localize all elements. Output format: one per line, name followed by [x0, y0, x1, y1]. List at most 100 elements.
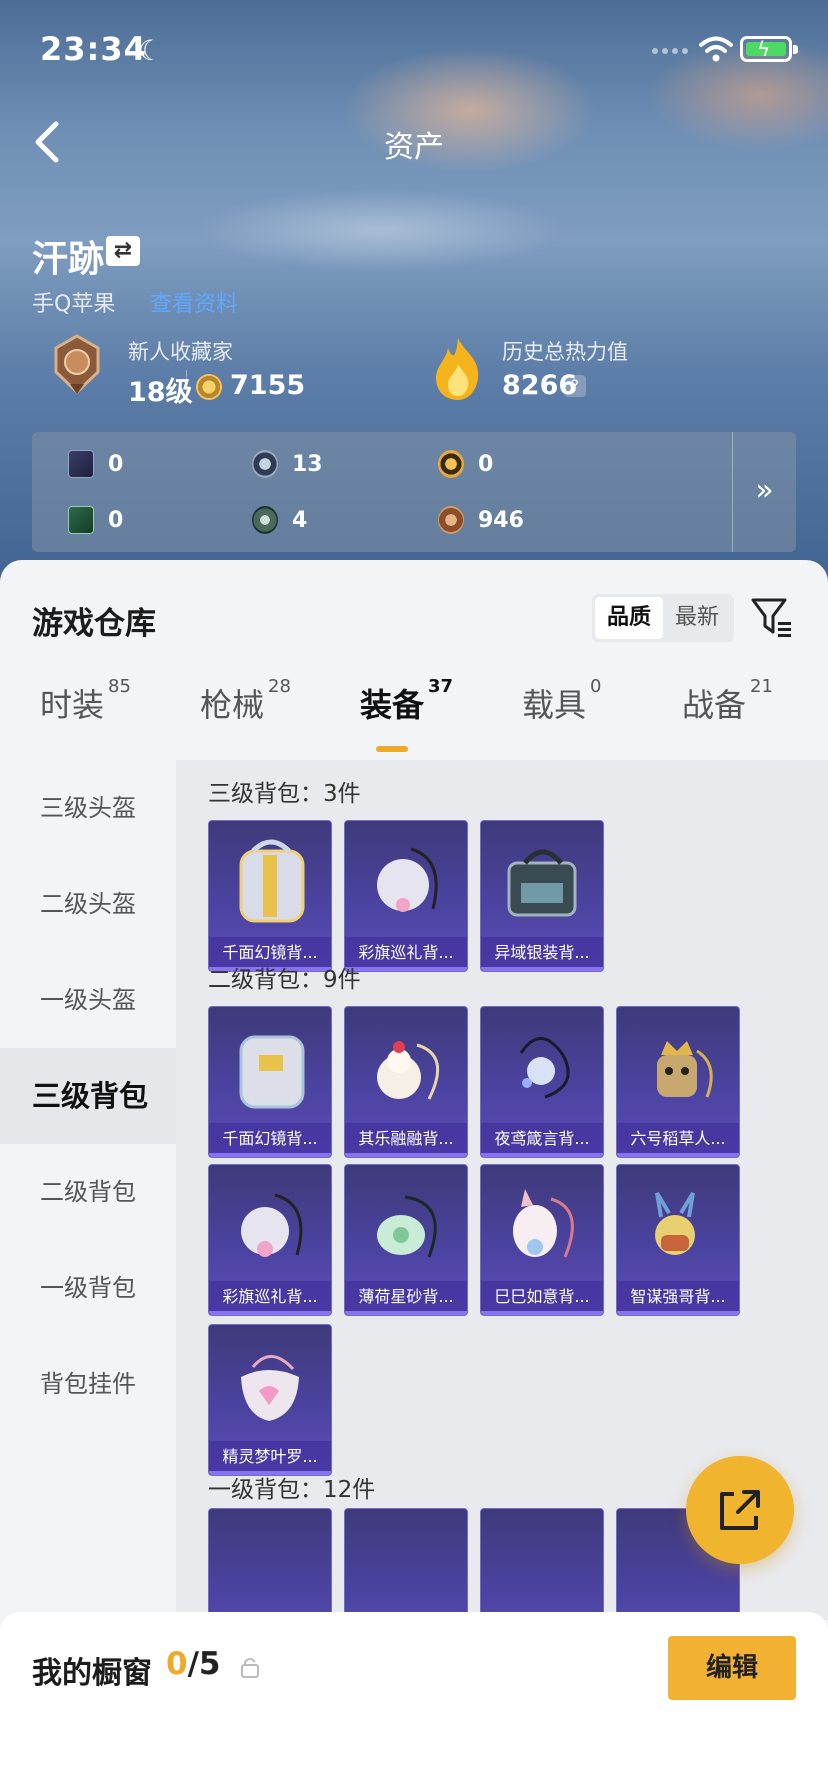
item-name: 异域银装背...: [481, 937, 603, 971]
showcase-current: 0: [166, 1646, 188, 1682]
category-item[interactable]: 二级头盔: [0, 856, 176, 952]
item-card[interactable]: 彩旗巡礼背...: [208, 1164, 332, 1316]
item-name: 巳巳如意背...: [481, 1281, 603, 1315]
moon-icon: ☾: [138, 34, 164, 67]
tab-label: 装备: [360, 686, 425, 724]
expand-resources-button[interactable]: »: [732, 432, 796, 552]
backpack-icon: [513, 1189, 574, 1258]
tab-vehicles[interactable]: 载具 0: [522, 676, 601, 726]
divider: [186, 370, 187, 398]
item-card[interactable]: 彩旗巡礼背...: [344, 820, 468, 972]
item-card[interactable]: 智谋强哥背...: [616, 1164, 740, 1316]
item-card[interactable]: [480, 1508, 604, 1620]
item-name: 薄荷星砂背...: [345, 1281, 467, 1315]
item-card[interactable]: 其乐融融背...: [344, 1006, 468, 1158]
backpack-icon: [239, 1035, 305, 1109]
category-item[interactable]: 二级背包: [0, 1144, 176, 1240]
tab-fashion[interactable]: 时装 85: [40, 676, 131, 726]
category-list: 三级头盔 二级头盔 一级头盔 三级背包 二级背包 一级背包 背包挂件: [0, 760, 176, 1620]
tab-equipment[interactable]: 装备 37: [360, 676, 453, 726]
token-icon: [252, 450, 278, 478]
lock-icon: [241, 1658, 259, 1678]
backpack-icon: [377, 1195, 437, 1258]
resource-value: 0: [108, 507, 124, 533]
heat-title: 历史总热力值: [502, 340, 628, 364]
share-icon[interactable]: [686, 1456, 794, 1564]
item-card[interactable]: 薄荷星砂背...: [344, 1164, 468, 1316]
item-name: 六号稻草人...: [617, 1123, 739, 1157]
item-card[interactable]: 巳巳如意背...: [480, 1164, 604, 1316]
switch-account-icon[interactable]: ⇄: [106, 236, 140, 266]
orb-icon: [252, 506, 278, 534]
collector-title: 新人收藏家: [128, 340, 233, 364]
item-name: 智谋强哥背...: [617, 1281, 739, 1315]
status-bar: 23:34 ☾ ϟ: [0, 0, 828, 100]
item-card[interactable]: [344, 1508, 468, 1620]
item-card[interactable]: 六号稻草人...: [616, 1006, 740, 1158]
backpack-icon: [507, 849, 577, 917]
sort-newest[interactable]: 最新: [663, 597, 731, 639]
status-time: 23:34: [40, 30, 147, 68]
category-item-active[interactable]: 三级背包: [0, 1048, 176, 1144]
resource-item[interactable]: 946: [438, 506, 524, 534]
item-card[interactable]: 异域银装背...: [480, 820, 604, 972]
help-icon[interactable]: ?: [564, 375, 586, 397]
resource-value: 0: [108, 451, 124, 477]
tab-label: 载具: [522, 686, 587, 724]
resource-item[interactable]: 0: [68, 450, 123, 478]
warehouse-title: 游戏仓库: [32, 606, 156, 642]
resource-item[interactable]: 13: [252, 450, 323, 478]
item-card[interactable]: 精灵梦叶罗...: [208, 1324, 332, 1476]
category-item[interactable]: 一级背包: [0, 1240, 176, 1336]
tab-label: 枪械: [200, 686, 265, 724]
section-title: 二级背包：9件: [208, 967, 361, 993]
edit-button[interactable]: 编辑: [668, 1636, 796, 1700]
tab-weapons[interactable]: 枪械 28: [200, 676, 291, 726]
item-card[interactable]: 夜鸢箴言背...: [480, 1006, 604, 1158]
collector-badge-icon: [54, 334, 100, 395]
resource-value: 13: [292, 451, 323, 477]
backpack-icon: [655, 1191, 695, 1255]
platform-label: 手Q苹果: [32, 292, 116, 317]
showcase-count: 0/5: [166, 1646, 220, 1682]
signal-icon: [652, 48, 692, 58]
card-icon: [68, 450, 94, 478]
resource-value: 0: [478, 451, 494, 477]
showcase-total: /5: [187, 1646, 221, 1682]
category-item[interactable]: 三级头盔: [0, 760, 176, 856]
showcase-bar: 我的橱窗 0/5 编辑: [0, 1612, 828, 1792]
backpack-icon: [657, 1041, 713, 1098]
coupon-icon: [438, 450, 464, 478]
backpack-icon: [377, 847, 438, 912]
resource-item[interactable]: 0: [438, 450, 493, 478]
item-card[interactable]: [208, 1508, 332, 1620]
battery-icon: ϟ: [740, 36, 798, 62]
sort-toggle: 品质 最新: [592, 594, 734, 642]
tab-count: 37: [428, 676, 454, 697]
category-item[interactable]: 一级头盔: [0, 952, 176, 1048]
resource-panel: 0 13 0 0 4 946 »: [32, 432, 796, 552]
tab-supplies[interactable]: 战备 21: [682, 676, 773, 726]
item-name: 彩旗巡礼背...: [345, 937, 467, 971]
resource-item[interactable]: 0: [68, 506, 123, 534]
backpack-icon: [519, 1037, 570, 1099]
item-name: 夜鸢箴言背...: [481, 1123, 603, 1157]
item-card[interactable]: 千面幻镜背...: [208, 1006, 332, 1158]
resource-item[interactable]: 4: [252, 506, 307, 534]
wifi-icon: [699, 36, 733, 62]
category-item[interactable]: 背包挂件: [0, 1336, 176, 1432]
warehouse-tabs: 时装 85 枪械 28 装备 37 载具 0 战备 21: [0, 676, 828, 760]
backpack-icon: [241, 1193, 303, 1257]
item-card[interactable]: 千面幻镜背...: [208, 820, 332, 972]
profile-link[interactable]: 查看资料: [150, 286, 238, 318]
collector-coins: 7155: [230, 370, 306, 401]
sort-quality[interactable]: 品质: [595, 597, 663, 639]
page-title: 资产: [384, 130, 444, 165]
tab-count: 21: [750, 676, 773, 697]
resource-value: 4: [292, 507, 308, 533]
green-card-icon: [68, 506, 94, 534]
filter-icon[interactable]: [750, 594, 794, 640]
section-title: 三级背包：3件: [208, 781, 361, 807]
item-name: 彩旗巡礼背...: [209, 1281, 331, 1315]
collector-level: 18级: [128, 377, 193, 408]
